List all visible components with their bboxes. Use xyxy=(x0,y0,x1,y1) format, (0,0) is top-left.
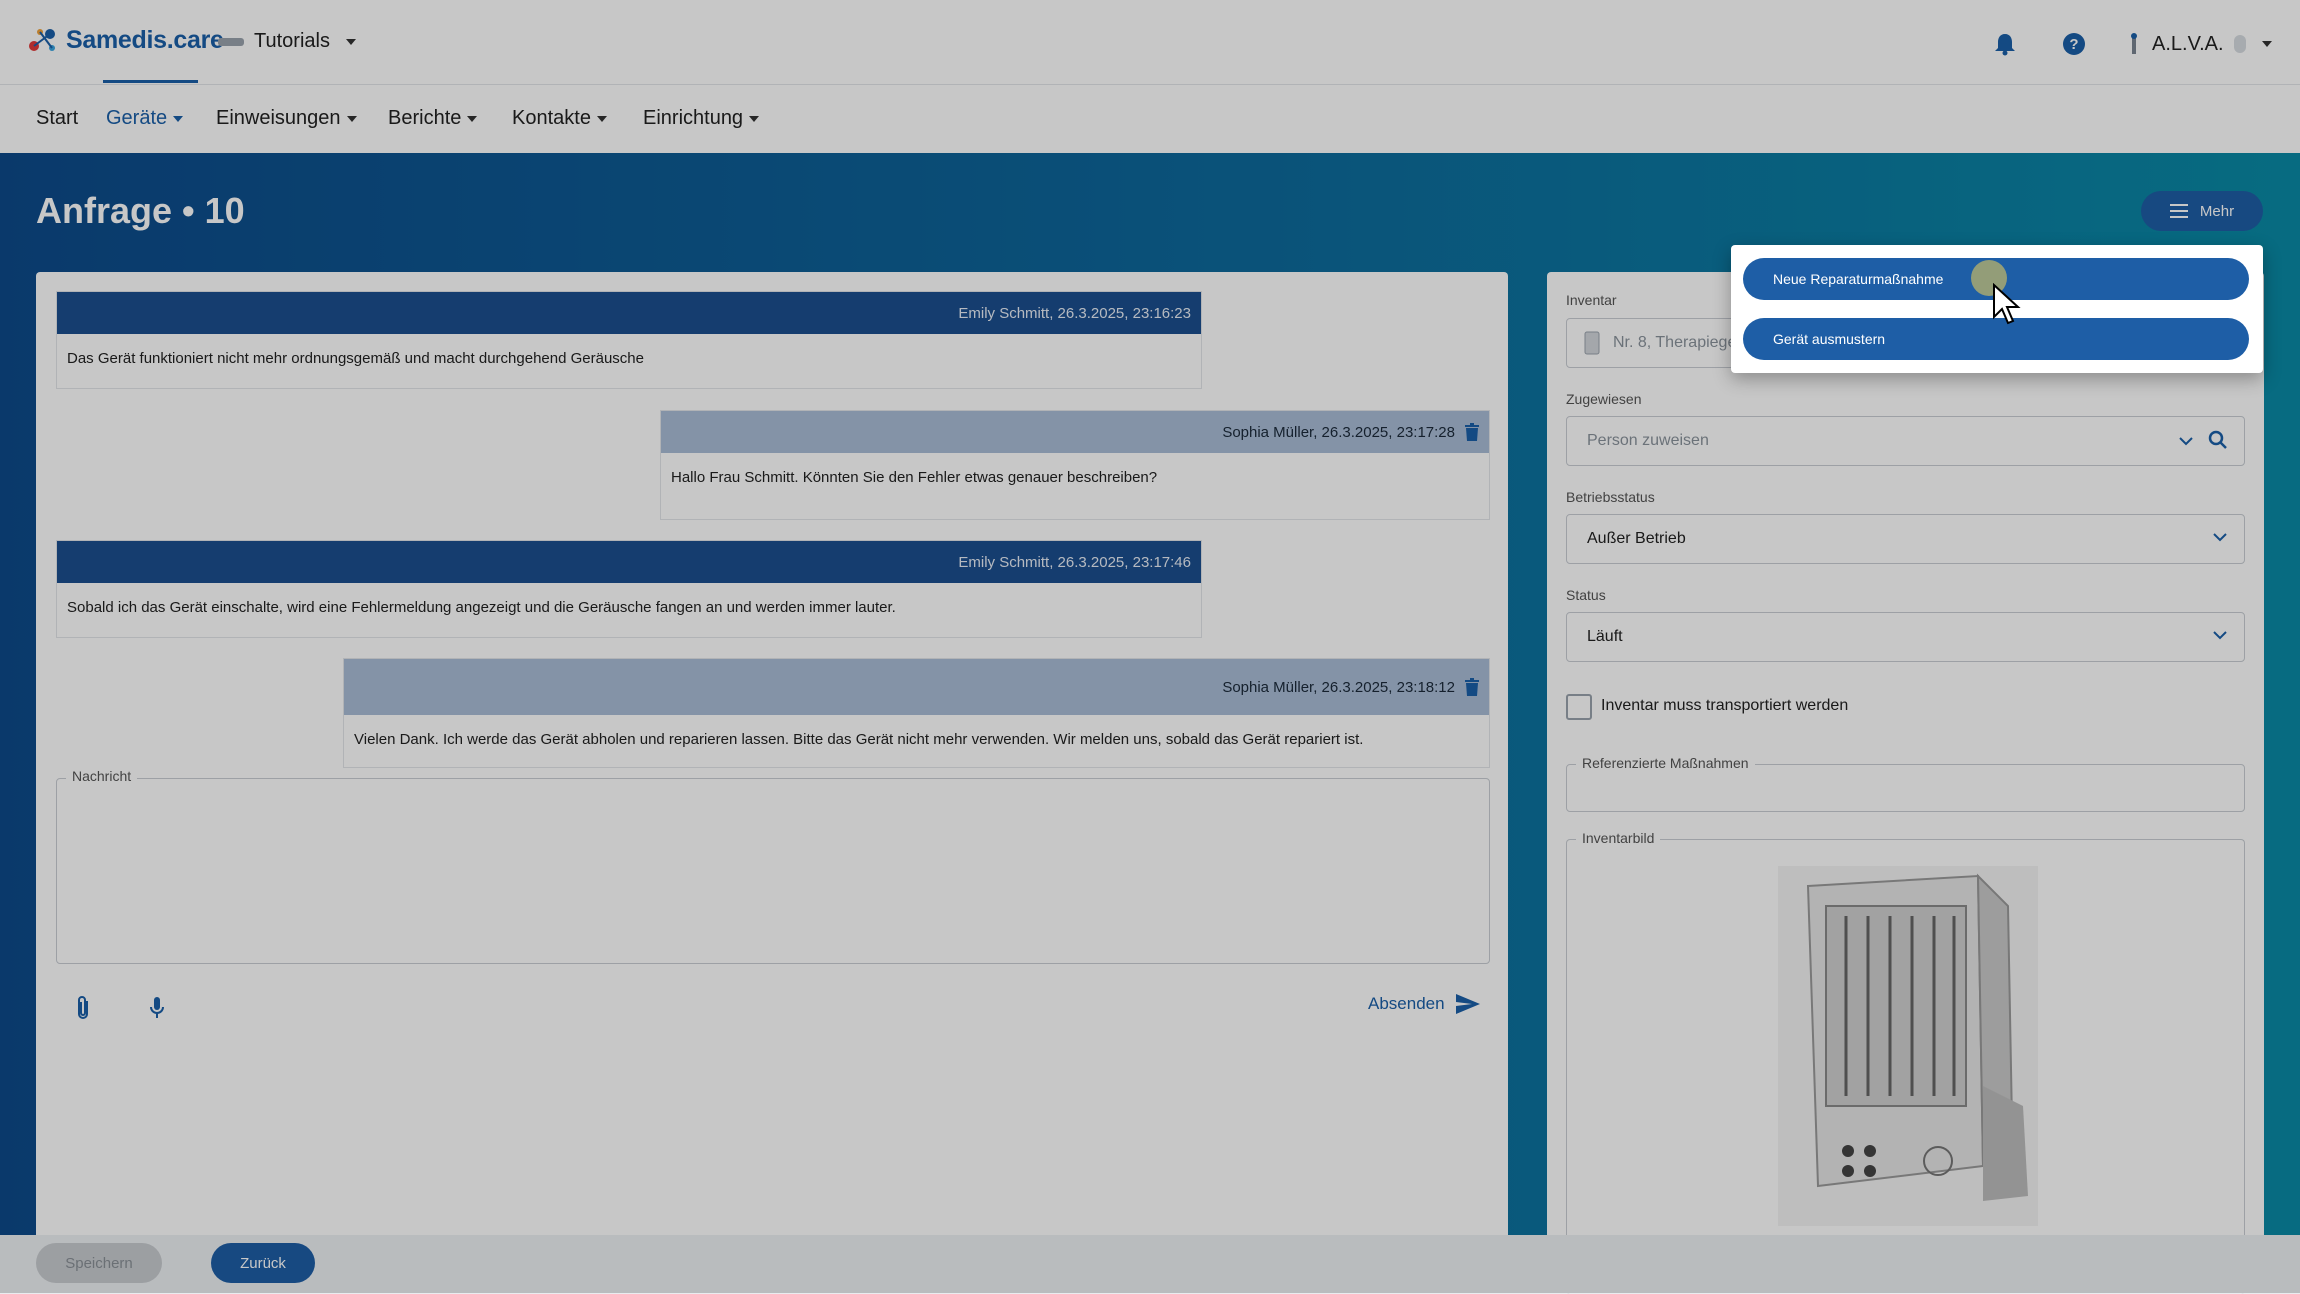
user-name: A.L.V.A. xyxy=(2152,32,2224,55)
status-label: Status xyxy=(1566,587,1606,603)
help-button[interactable]: ? xyxy=(2062,32,2086,61)
app-logo[interactable]: Samedis.care xyxy=(26,24,224,56)
chevron-down-icon xyxy=(2213,533,2227,542)
inventar-value: Nr. 8, Therapiege xyxy=(1613,334,1737,351)
inventory-device-image xyxy=(1778,866,2038,1226)
message-outgoing: Sophia Müller, 26.3.2025, 23:18:12 Viele… xyxy=(343,658,1490,768)
more-button[interactable]: Mehr xyxy=(2141,191,2263,231)
inventory-image-label: Inventarbild xyxy=(1576,830,1661,846)
nav-einrichtung[interactable]: Einrichtung xyxy=(643,107,760,130)
nav-einweisungen[interactable]: Einweisungen xyxy=(216,107,357,130)
send-icon xyxy=(1455,994,1480,1014)
more-label: Mehr xyxy=(2199,202,2235,220)
nav-label: Einrichtung xyxy=(643,107,744,129)
chevron-down-icon xyxy=(749,115,760,122)
brand-name: Samedis.care xyxy=(66,25,224,54)
attach-button[interactable] xyxy=(74,995,92,1026)
message-incoming: Emily Schmitt, 26.3.2025, 23:17:46 Sobal… xyxy=(56,540,1202,638)
trash-icon[interactable] xyxy=(1465,678,1479,696)
message-text: Sobald ich das Gerät einschalte, wird ei… xyxy=(67,599,896,616)
back-button[interactable]: Zurück xyxy=(211,1243,315,1283)
message-input-label: Nachricht xyxy=(66,768,138,784)
message-header: Emily Schmitt, 26.3.2025, 23:16:23 xyxy=(57,292,1201,334)
chevron-down-icon[interactable] xyxy=(2178,435,2194,447)
assign-person-placeholder: Person zuweisen xyxy=(1587,432,1709,449)
chevron-down-icon xyxy=(467,115,478,122)
microphone-icon xyxy=(150,997,164,1018)
inventar-label: Inventar xyxy=(1566,292,1617,308)
send-button[interactable]: Absenden xyxy=(1368,993,1481,1015)
referenced-measures-label: Referenzierte Maßnahmen xyxy=(1576,755,1755,771)
nav-kontakte[interactable]: Kontakte xyxy=(512,107,607,130)
betriebsstatus-value: Außer Betrieb xyxy=(1587,530,1686,547)
message-text: Das Gerät funktioniert nicht mehr ordnun… xyxy=(67,350,644,367)
message-author-time: Sophia Müller, 26.3.2025, 23:17:28 xyxy=(1222,423,1455,441)
message-outgoing: Sophia Müller, 26.3.2025, 23:17:28 Hallo… xyxy=(660,410,1490,520)
search-icon[interactable] xyxy=(2208,430,2228,450)
message-incoming: Emily Schmitt, 26.3.2025, 23:16:23 Das G… xyxy=(56,291,1202,389)
save-button[interactable]: Speichern xyxy=(36,1243,162,1283)
page-title: Anfrage • 10 xyxy=(36,190,245,231)
nav-label: Kontakte xyxy=(512,107,591,129)
nav-berichte[interactable]: Berichte xyxy=(388,107,478,130)
notifications-button[interactable] xyxy=(1994,32,2016,61)
user-avatar xyxy=(2233,35,2246,53)
status-select[interactable]: Läuft xyxy=(1566,612,2245,662)
betriebsstatus-label: Betriebsstatus xyxy=(1566,489,1655,505)
transport-checkbox-label: Inventar muss transportiert werden xyxy=(1601,697,1849,714)
chevron-down-icon xyxy=(345,38,356,45)
main-nav: Start Geräte Einweisungen Berichte Konta… xyxy=(0,85,2300,153)
message-author-time: Sophia Müller, 26.3.2025, 23:18:12 xyxy=(1222,678,1455,696)
message-author-time: Emily Schmitt, 26.3.2025, 23:16:23 xyxy=(958,304,1191,322)
menu-icon xyxy=(2169,204,2188,218)
message-header: Sophia Müller, 26.3.2025, 23:18:12 xyxy=(344,659,1489,715)
logo-icon xyxy=(29,29,55,51)
message-author-time: Emily Schmitt, 26.3.2025, 23:17:46 xyxy=(958,553,1191,571)
message-text: Hallo Frau Schmitt. Könnten Sie den Fehl… xyxy=(671,469,1158,486)
tenant-selector[interactable]: Tutorials xyxy=(218,30,356,53)
help-icon: ? xyxy=(2063,33,2085,55)
betriebsstatus-select[interactable]: Außer Betrieb xyxy=(1566,514,2245,564)
user-menu[interactable]: A.L.V.A. xyxy=(2126,32,2272,56)
nav-label: Geräte xyxy=(106,107,168,129)
tenant-name: Tutorials xyxy=(254,30,330,52)
user-logo-icon xyxy=(2131,33,2137,54)
paperclip-icon xyxy=(78,996,88,1019)
assign-person-field[interactable]: Person zuweisen xyxy=(1566,416,2245,466)
nav-label: Berichte xyxy=(388,107,462,129)
referenced-measures-field[interactable] xyxy=(1566,764,2245,812)
send-label: Absenden xyxy=(1368,994,1445,1013)
message-text: Vielen Dank. Ich werde das Gerät abholen… xyxy=(354,731,1364,748)
mouse-cursor-icon xyxy=(1993,283,2021,325)
device-thumbnail-icon xyxy=(1584,331,1600,355)
tenant-logo-icon xyxy=(218,37,244,46)
top-bar: Samedis.care Tutorials ? A.L.V.A. xyxy=(0,0,2300,85)
svg-text:?: ? xyxy=(2069,36,2078,53)
zugewiesen-label: Zugewiesen xyxy=(1566,391,1642,407)
form-actions-bar xyxy=(0,1235,2300,1293)
menu-item-label: Neue Reparaturmaßnahme xyxy=(1773,271,1944,287)
menu-item-label: Gerät ausmustern xyxy=(1773,331,1886,347)
nav-label: Einweisungen xyxy=(216,107,341,129)
microphone-button[interactable] xyxy=(148,995,166,1026)
logo-underline xyxy=(103,80,198,83)
message-input[interactable] xyxy=(56,778,1490,964)
status-value: Läuft xyxy=(1587,628,1623,645)
message-header: Emily Schmitt, 26.3.2025, 23:17:46 xyxy=(57,541,1201,583)
chevron-down-icon xyxy=(2261,41,2272,47)
bell-icon xyxy=(1995,34,2015,56)
message-header: Sophia Müller, 26.3.2025, 23:17:28 xyxy=(661,411,1489,453)
trash-icon[interactable] xyxy=(1465,423,1479,441)
chevron-down-icon xyxy=(346,115,357,122)
transport-checkbox[interactable] xyxy=(1566,694,1592,720)
chevron-down-icon xyxy=(173,115,184,122)
chevron-down-icon xyxy=(2213,631,2227,640)
nav-start[interactable]: Start xyxy=(36,107,78,130)
chevron-down-icon xyxy=(596,115,607,122)
nav-geraete[interactable]: Geräte xyxy=(106,107,184,130)
nav-label: Start xyxy=(36,107,79,129)
